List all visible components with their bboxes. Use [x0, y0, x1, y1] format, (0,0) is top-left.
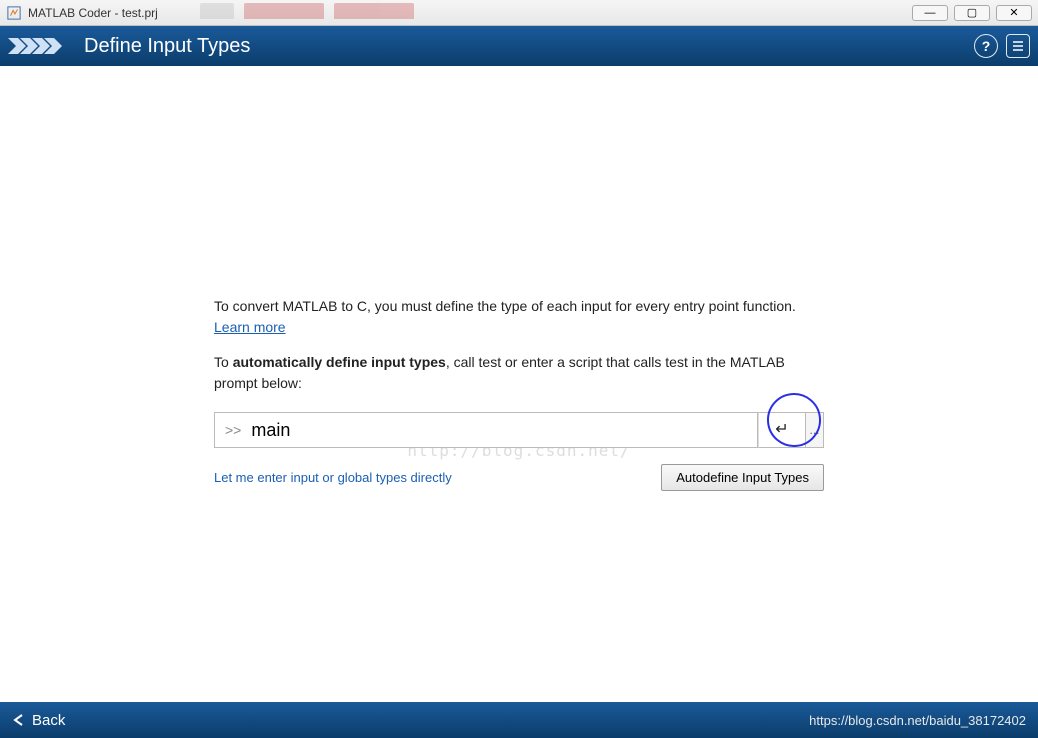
- browse-button[interactable]: ...: [806, 412, 824, 448]
- below-row: Let me enter input or global types direc…: [214, 464, 824, 491]
- titlebar: MATLAB Coder - test.prj — ▢ ✕: [0, 0, 1038, 26]
- run-button[interactable]: ↵: [758, 412, 806, 448]
- page-title: Define Input Types: [84, 35, 250, 58]
- auto-bold: automatically define input types: [233, 354, 446, 370]
- direct-entry-link[interactable]: Let me enter input or global types direc…: [214, 468, 452, 488]
- footer-bar: Back https://blog.csdn.net/baidu_3817240…: [0, 702, 1038, 738]
- main-panel: To convert MATLAB to C, you must define …: [214, 296, 824, 491]
- command-prompt[interactable]: >>: [214, 412, 758, 448]
- help-icon[interactable]: ?: [974, 34, 998, 58]
- back-label: Back: [32, 712, 65, 729]
- auto-prefix: To: [214, 354, 233, 370]
- maximize-button[interactable]: ▢: [954, 5, 990, 21]
- intro-prefix: To convert MATLAB to C, you must define …: [214, 298, 796, 314]
- command-input[interactable]: [251, 420, 747, 441]
- minimize-button[interactable]: —: [912, 5, 948, 21]
- progress-arrows-icon: [8, 34, 64, 58]
- auto-instruction: To automatically define input types, cal…: [214, 352, 824, 394]
- close-button[interactable]: ✕: [996, 5, 1032, 21]
- app-header: Define Input Types ?: [0, 26, 1038, 66]
- enter-icon: ↵: [775, 418, 788, 442]
- command-input-row: >> ↵ ...: [214, 412, 824, 448]
- footer-url: https://blog.csdn.net/baidu_38172402: [809, 713, 1026, 728]
- background-tabs: [200, 0, 414, 22]
- back-button[interactable]: Back: [12, 712, 65, 729]
- learn-more-link[interactable]: Learn more: [214, 319, 286, 335]
- intro-text: To convert MATLAB to C, you must define …: [214, 296, 824, 338]
- menu-icon[interactable]: [1006, 34, 1030, 58]
- back-arrow-icon: [12, 713, 24, 727]
- app-icon: [6, 5, 22, 21]
- window-title: MATLAB Coder - test.prj: [28, 6, 158, 20]
- prompt-symbol: >>: [225, 420, 241, 441]
- ellipsis-icon: ...: [809, 421, 819, 439]
- window-controls: — ▢ ✕: [912, 5, 1032, 21]
- content-area: http://blog.csdn.net/ To convert MATLAB …: [0, 66, 1038, 702]
- autodefine-button[interactable]: Autodefine Input Types: [661, 464, 824, 491]
